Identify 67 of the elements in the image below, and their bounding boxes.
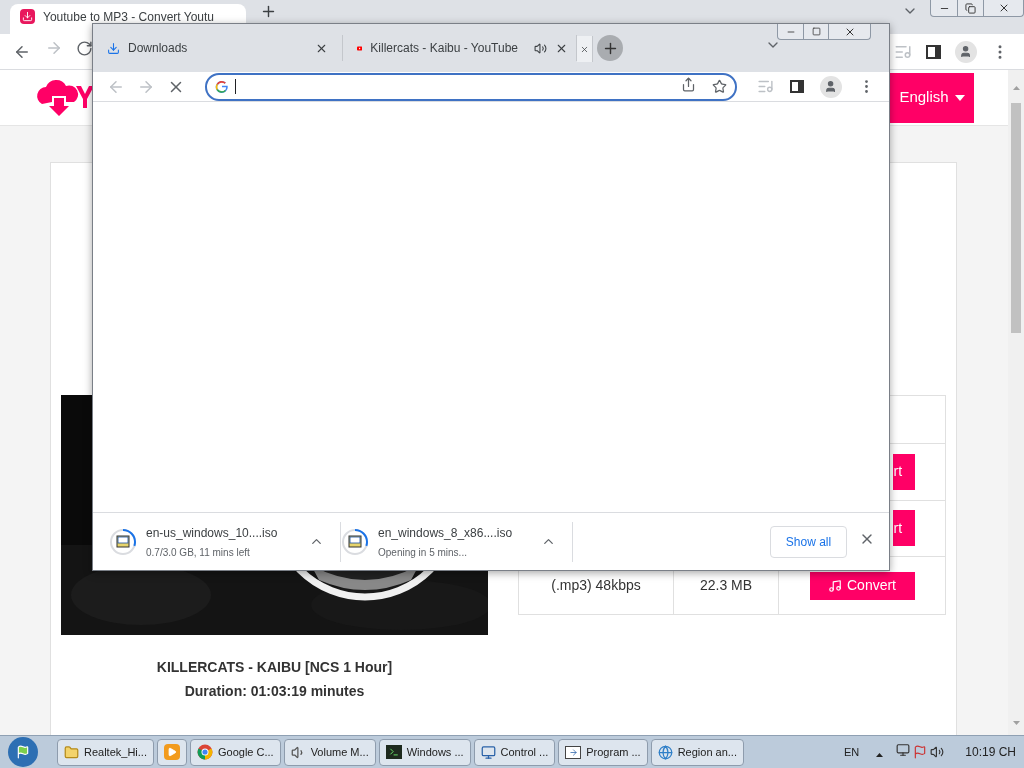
caret-icon <box>954 94 965 101</box>
taskbar-item[interactable] <box>157 738 187 766</box>
download-logo-icon <box>20 9 35 24</box>
clock[interactable]: 10:19 CH <box>965 743 1016 761</box>
taskbar-item[interactable]: Google C... <box>190 738 281 766</box>
download-item[interactable]: en_windows_8_x86....iso Opening in 5 mins... <box>341 521 573 562</box>
download-icon <box>107 41 120 55</box>
taskbar-label: Windows ... <box>406 744 464 760</box>
taskbar-item[interactable]: Windows ... <box>378 738 471 766</box>
new-tab-icon[interactable] <box>260 3 277 20</box>
download-status: 0.7/3.0 GB, 11 mins left <box>146 545 251 560</box>
side-panel-icon[interactable] <box>926 44 941 59</box>
taskbar-item[interactable]: Program ... <box>558 738 648 766</box>
share-icon[interactable] <box>681 76 696 92</box>
convert-button[interactable]: rt <box>892 453 915 490</box>
network-icon[interactable] <box>896 743 911 757</box>
download-status: Opening in 5 mins... <box>378 545 468 560</box>
download-item[interactable]: en-us_windows_10....iso 0.7/3.0 GB, 11 mins left <box>109 521 341 562</box>
volume-icon[interactable] <box>930 745 945 759</box>
monitor-icon <box>480 744 496 760</box>
taskbar-label: Program ... <box>586 744 641 760</box>
file-progress-icon <box>341 527 369 556</box>
window-icon <box>565 745 582 759</box>
file-name: en_windows_8_x86....iso <box>378 524 513 542</box>
language-button[interactable]: English <box>890 72 974 123</box>
cloud-download-logo-icon <box>34 77 94 118</box>
profile-icon[interactable] <box>820 75 842 98</box>
taskbar-item[interactable]: Control ... <box>473 738 556 766</box>
audio-playing-icon[interactable] <box>534 41 547 55</box>
taskbar-label: Volume M... <box>310 744 369 760</box>
show-hidden-icon[interactable] <box>876 753 884 757</box>
windows-flag-icon <box>16 745 30 759</box>
start-button[interactable] <box>8 737 38 767</box>
address-field[interactable] <box>205 72 737 101</box>
taskbar-label: Google C... <box>218 744 274 760</box>
file-name: en-us_windows_10....iso <box>146 524 278 542</box>
play-icon <box>164 744 180 760</box>
reload-icon[interactable] <box>76 39 93 57</box>
folder-icon <box>64 744 79 760</box>
taskbar-label: Realtek_Hi... <box>84 744 147 760</box>
convert-button[interactable]: Convert <box>809 571 915 600</box>
scrollbar[interactable] <box>1008 70 1024 735</box>
globe-icon <box>657 744 673 760</box>
profile-icon[interactable] <box>955 40 977 63</box>
tab-close-icon[interactable] <box>580 44 589 54</box>
file-progress-icon <box>109 527 137 556</box>
language-indicator[interactable]: EN <box>844 743 860 761</box>
google-icon <box>215 79 229 94</box>
video-duration: Duration: 01:03:19 minutes <box>184 682 365 701</box>
convert-button[interactable]: rt <box>892 510 915 547</box>
taskbar-label: Region an... <box>677 744 737 760</box>
side-panel-icon[interactable] <box>790 80 804 93</box>
show-all-button[interactable]: Show all <box>770 525 847 558</box>
taskbar-item[interactable]: Volume M... <box>283 738 376 766</box>
star-icon[interactable] <box>712 79 727 94</box>
taskbar-item[interactable]: Region an... <box>650 738 744 766</box>
terminal-icon <box>385 745 402 759</box>
tab-title: Downloads <box>128 40 188 57</box>
new-tab-button[interactable] <box>597 35 623 61</box>
tab-title: Youtube to MP3 - Convert Youtu <box>43 11 214 23</box>
scrollbar-thumb[interactable] <box>1011 103 1021 333</box>
taskbar-item[interactable]: Realtek_Hi... <box>57 738 154 766</box>
music-note-icon <box>828 578 842 593</box>
browser-icon <box>197 744 213 760</box>
taskbar-label: Control ... <box>500 744 549 760</box>
tab-title: Killercats - Kaibu - YouTube <box>370 40 518 57</box>
video-title: KILLERCATS - KAIBU [NCS 1 Hour] <box>156 658 393 677</box>
